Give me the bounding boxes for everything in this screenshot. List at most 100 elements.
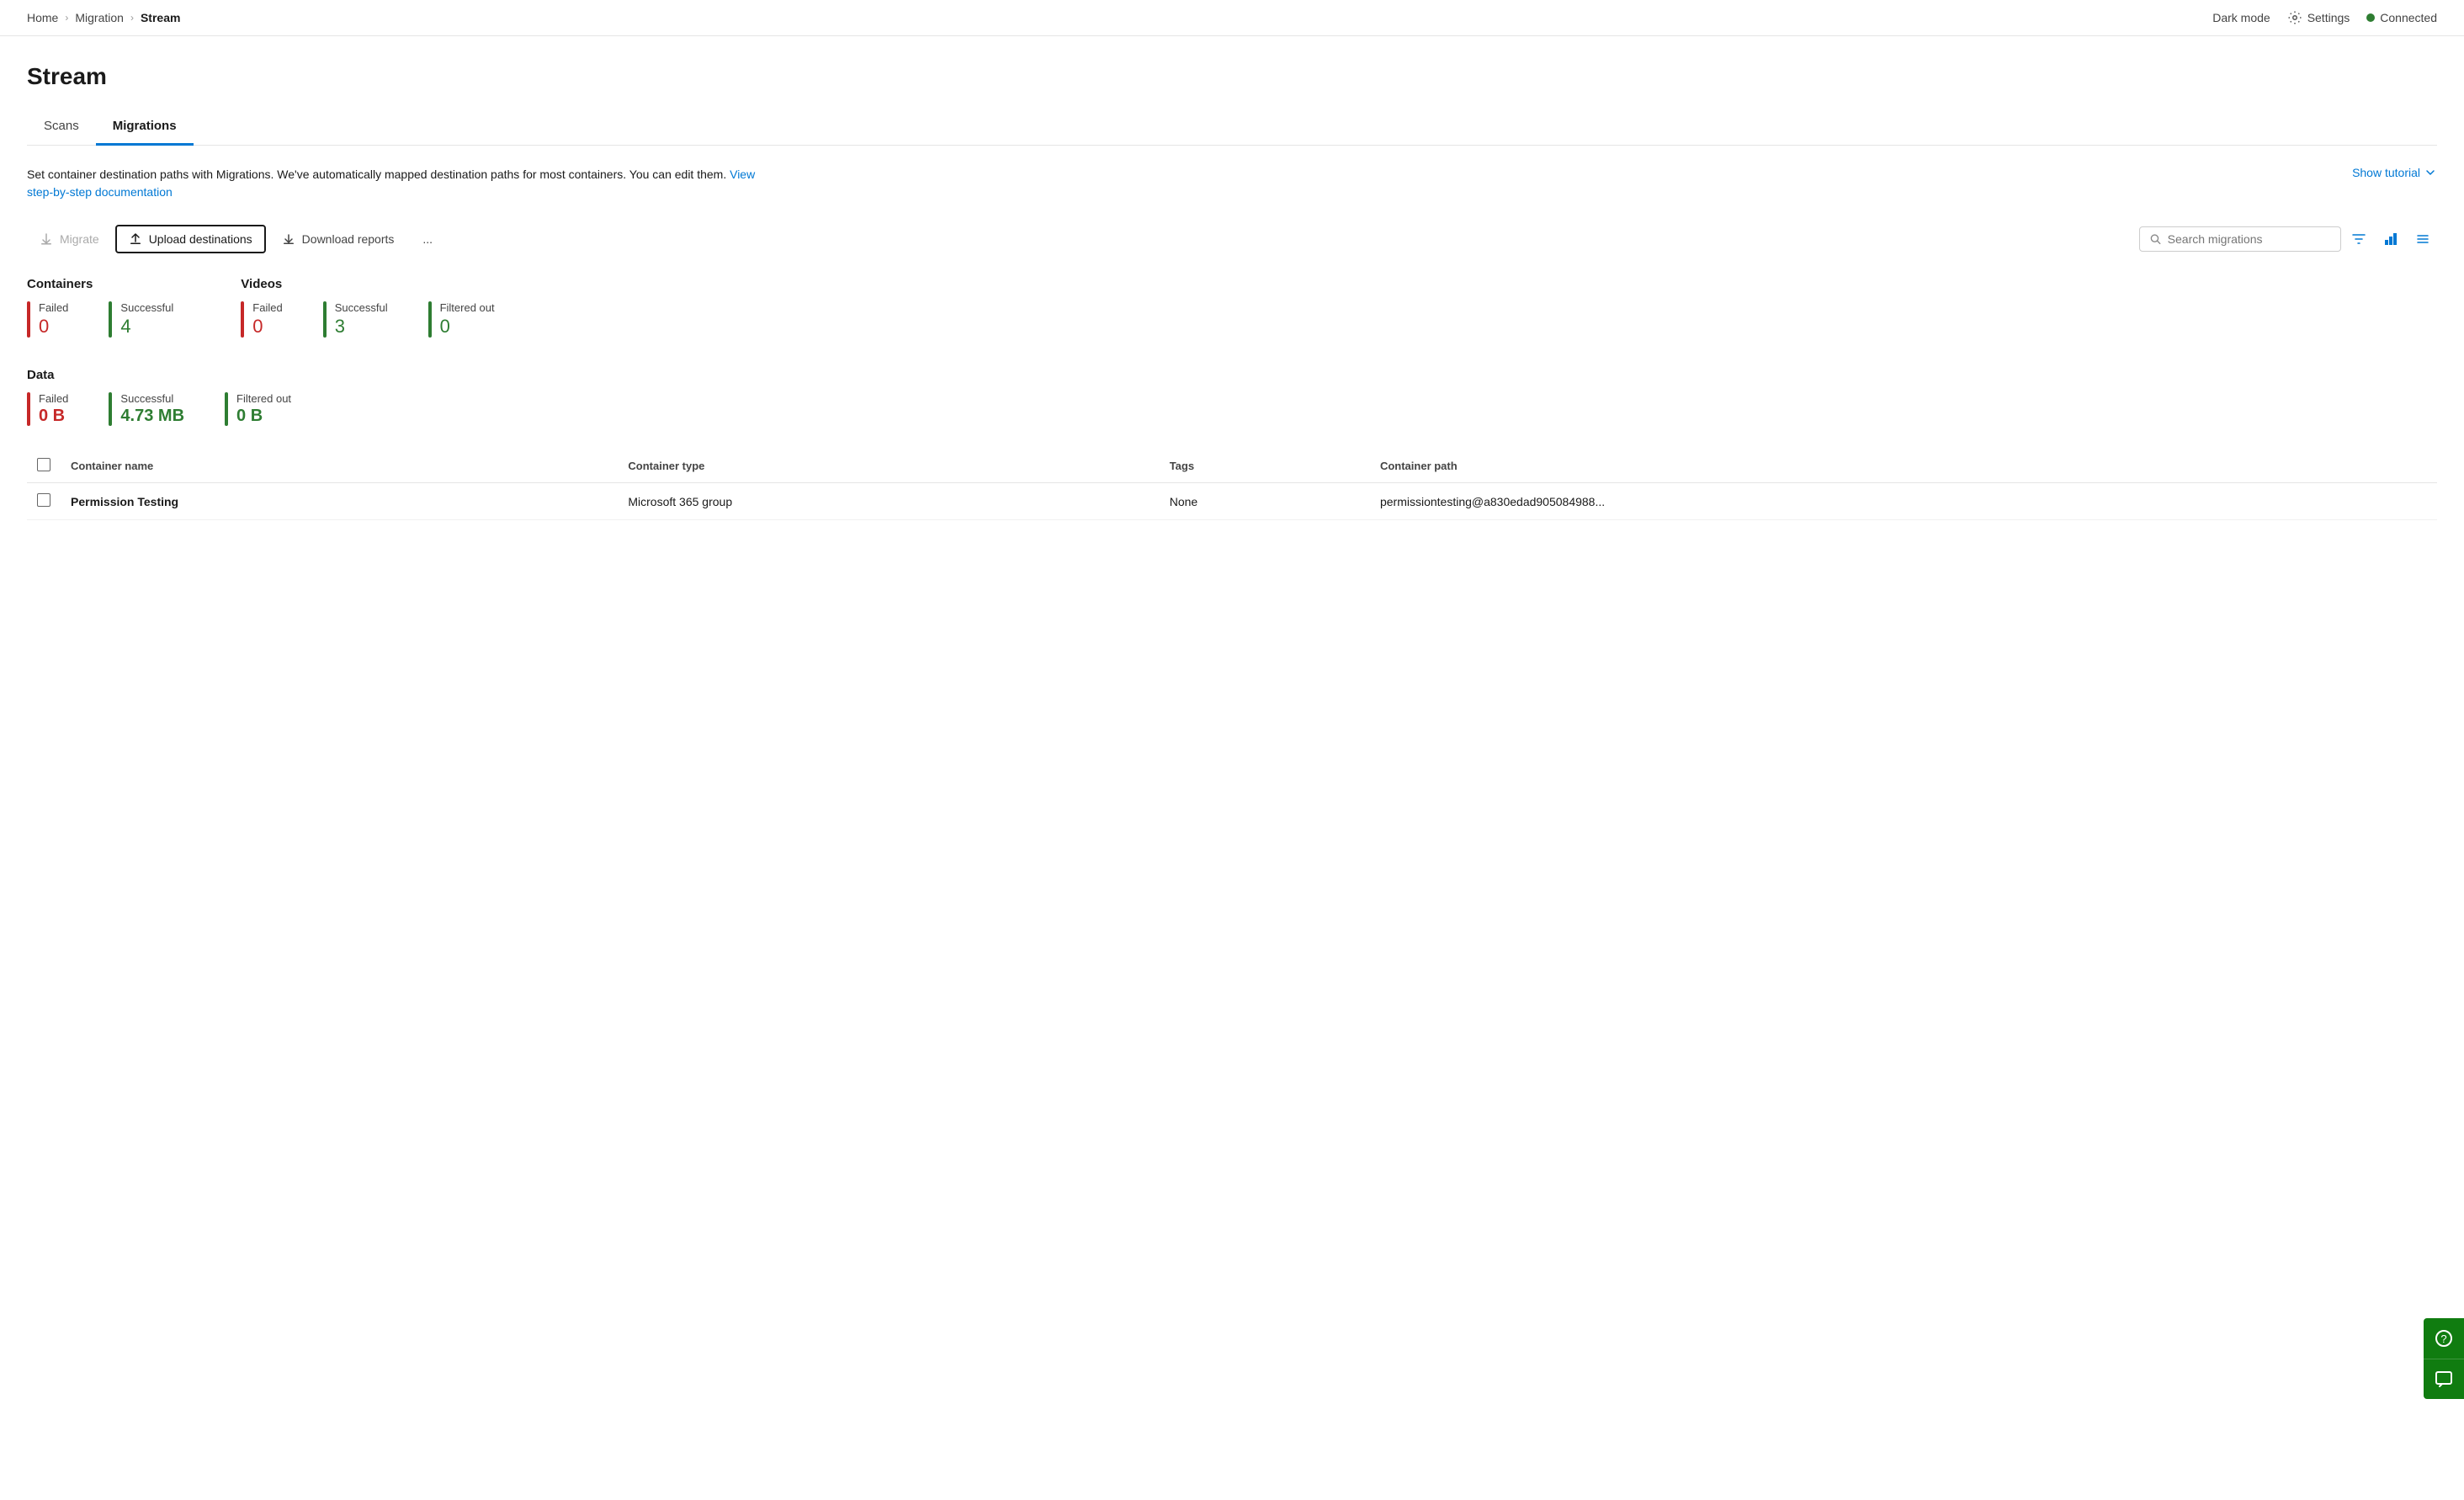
view-options-button[interactable] bbox=[2408, 225, 2437, 253]
chart-icon bbox=[2383, 231, 2398, 247]
data-stats-row: Failed 0 B Successful 4.73 MB Filtered o… bbox=[27, 392, 2437, 426]
data-successful-bar bbox=[109, 392, 112, 426]
containers-failed-content: Failed 0 bbox=[39, 301, 68, 338]
videos-filtered-bar bbox=[428, 301, 432, 338]
download-icon bbox=[282, 232, 295, 246]
col-header-container-path: Container path bbox=[1370, 449, 2437, 483]
cell-container-path: permissiontesting@a830edad905084988... bbox=[1370, 483, 2437, 520]
dark-mode-toggle[interactable]: Dark mode bbox=[2212, 11, 2270, 24]
data-filtered-content: Filtered out 0 B bbox=[236, 392, 291, 426]
videos-label: Videos bbox=[241, 277, 494, 291]
description-row: Set container destination paths with Mig… bbox=[27, 166, 2437, 205]
desc-main-text: Set container destination paths with Mig… bbox=[27, 168, 726, 181]
breadcrumb-home[interactable]: Home bbox=[27, 11, 58, 24]
description-text: Set container destination paths with Mig… bbox=[27, 166, 784, 201]
data-successful-value: 4.73 MB bbox=[120, 407, 184, 426]
col-header-tags: Tags bbox=[1160, 449, 1370, 483]
data-failed-value: 0 B bbox=[39, 407, 68, 426]
table-row: Permission Testing Microsoft 365 group N… bbox=[27, 483, 2437, 520]
data-stats: Data Failed 0 B Successful 4.73 MB Fil bbox=[27, 368, 2437, 426]
toolbar: Migrate Upload destinations Download rep… bbox=[27, 225, 2437, 253]
chevron-down-icon bbox=[2424, 166, 2437, 179]
list-icon bbox=[2415, 231, 2430, 247]
containers-successful-bar bbox=[109, 301, 112, 338]
videos-successful-bar bbox=[323, 301, 327, 338]
breadcrumb-current: Stream bbox=[141, 11, 180, 24]
data-successful-stat: Successful 4.73 MB bbox=[109, 392, 184, 426]
videos-successful-label: Successful bbox=[335, 301, 388, 314]
filter-button[interactable] bbox=[2345, 225, 2373, 253]
containers-failed-bar bbox=[27, 301, 30, 338]
more-options-button[interactable]: ... bbox=[410, 226, 445, 253]
data-label: Data bbox=[27, 368, 2437, 382]
migrate-label: Migrate bbox=[60, 232, 99, 246]
videos-failed-content: Failed 0 bbox=[252, 301, 282, 338]
filter-icon bbox=[2351, 231, 2366, 247]
data-filtered-bar bbox=[225, 392, 228, 426]
videos-failed-label: Failed bbox=[252, 301, 282, 314]
search-input[interactable] bbox=[2168, 232, 2330, 246]
migrations-table: Container name Container type Tags Conta… bbox=[27, 449, 2437, 520]
videos-filtered-content: Filtered out 0 bbox=[440, 301, 495, 338]
videos-successful-value: 3 bbox=[335, 316, 388, 338]
header-checkbox-cell bbox=[27, 449, 61, 483]
topbar-right: Dark mode Settings Connected bbox=[2212, 10, 2437, 25]
containers-failed-value: 0 bbox=[39, 316, 68, 338]
migrate-icon bbox=[40, 232, 53, 246]
migrate-button[interactable]: Migrate bbox=[27, 226, 112, 253]
tab-migrations[interactable]: Migrations bbox=[96, 110, 194, 146]
row-checkbox[interactable] bbox=[37, 493, 50, 507]
col-header-container-type: Container type bbox=[618, 449, 1159, 483]
connected-label: Connected bbox=[2380, 11, 2437, 24]
videos-successful-content: Successful 3 bbox=[335, 301, 388, 338]
data-filtered-label: Filtered out bbox=[236, 392, 291, 405]
chat-panel-btn[interactable] bbox=[2424, 1359, 2464, 1399]
stats-top-row: Containers Failed 0 Successful 4 bbox=[27, 277, 2437, 361]
main-content: Stream Scans Migrations Set container de… bbox=[0, 36, 2464, 520]
tab-scans[interactable]: Scans bbox=[27, 110, 96, 146]
containers-stats: Containers Failed 0 Successful 4 bbox=[27, 277, 173, 361]
videos-failed-bar bbox=[241, 301, 244, 338]
settings-label: Settings bbox=[2307, 11, 2350, 24]
videos-filtered-value: 0 bbox=[440, 316, 495, 338]
videos-filtered-stat: Filtered out 0 bbox=[428, 301, 495, 338]
tabs-container: Scans Migrations bbox=[27, 110, 2437, 146]
data-successful-label: Successful bbox=[120, 392, 184, 405]
help-panel-btn[interactable]: ? bbox=[2424, 1318, 2464, 1359]
row-checkbox-cell bbox=[27, 483, 61, 520]
chart-button[interactable] bbox=[2376, 225, 2405, 253]
table-header-row: Container name Container type Tags Conta… bbox=[27, 449, 2437, 483]
containers-failed-stat: Failed 0 bbox=[27, 301, 68, 338]
right-panel: ? bbox=[2424, 1318, 2464, 1399]
chat-icon bbox=[2435, 1370, 2453, 1389]
page-title: Stream bbox=[27, 63, 2437, 90]
settings-link[interactable]: Settings bbox=[2287, 10, 2350, 25]
search-box[interactable] bbox=[2139, 226, 2341, 252]
containers-stats-row: Failed 0 Successful 4 bbox=[27, 301, 173, 338]
help-icon: ? bbox=[2435, 1329, 2453, 1348]
upload-destinations-button[interactable]: Upload destinations bbox=[115, 225, 266, 253]
show-tutorial-btn[interactable]: Show tutorial bbox=[2352, 166, 2437, 179]
cell-container-type: Microsoft 365 group bbox=[618, 483, 1159, 520]
download-reports-label: Download reports bbox=[302, 232, 395, 246]
upload-icon bbox=[129, 232, 142, 246]
table-container: Container name Container type Tags Conta… bbox=[27, 449, 2437, 520]
breadcrumb-sep-1: › bbox=[65, 12, 68, 24]
videos-failed-value: 0 bbox=[252, 316, 282, 338]
data-filtered-value: 0 B bbox=[236, 407, 291, 426]
containers-failed-label: Failed bbox=[39, 301, 68, 314]
connected-dot bbox=[2366, 13, 2375, 22]
download-reports-button[interactable]: Download reports bbox=[269, 226, 407, 253]
data-failed-label: Failed bbox=[39, 392, 68, 405]
videos-stats: Videos Failed 0 Successful 3 bbox=[241, 277, 494, 361]
col-header-container-name: Container name bbox=[61, 449, 618, 483]
containers-successful-value: 4 bbox=[120, 316, 173, 338]
svg-text:?: ? bbox=[2440, 1332, 2446, 1345]
videos-filtered-label: Filtered out bbox=[440, 301, 495, 314]
containers-successful-content: Successful 4 bbox=[120, 301, 173, 338]
breadcrumb-migration[interactable]: Migration bbox=[75, 11, 124, 24]
containers-successful-stat: Successful 4 bbox=[109, 301, 173, 338]
container-name-value: Permission Testing bbox=[71, 495, 178, 508]
header-checkbox[interactable] bbox=[37, 458, 50, 471]
containers-label: Containers bbox=[27, 277, 173, 291]
